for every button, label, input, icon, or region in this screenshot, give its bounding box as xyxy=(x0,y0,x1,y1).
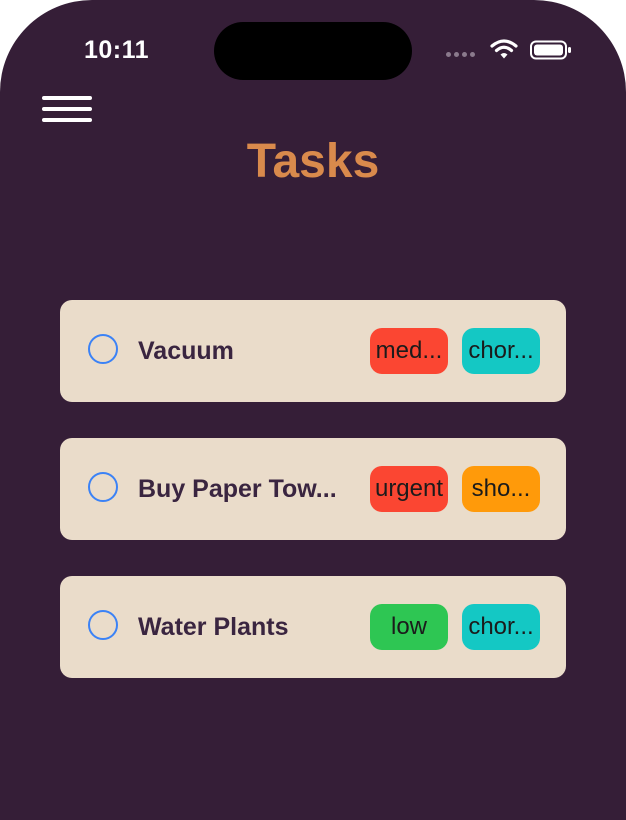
task-tag-priority[interactable]: urgent xyxy=(370,466,448,512)
task-list: Vacuum med... chor... Buy Paper Tow... u… xyxy=(60,300,566,714)
status-bar: 10:11 xyxy=(0,0,626,100)
task-tag-category[interactable]: sho... xyxy=(462,466,540,512)
dynamic-island xyxy=(214,22,412,80)
task-checkbox[interactable] xyxy=(88,610,118,640)
task-card[interactable]: Water Plants low chor... xyxy=(60,576,566,678)
battery-icon xyxy=(530,40,571,60)
task-title: Buy Paper Tow... xyxy=(138,475,337,503)
cellular-signal-icon xyxy=(446,52,482,58)
task-title: Water Plants xyxy=(138,613,289,641)
status-time: 10:11 xyxy=(84,36,150,64)
task-checkbox[interactable] xyxy=(88,334,118,364)
task-tag-category[interactable]: chor... xyxy=(462,604,540,650)
task-tag-priority[interactable]: low xyxy=(370,604,448,650)
task-card[interactable]: Vacuum med... chor... xyxy=(60,300,566,402)
task-title: Vacuum xyxy=(138,337,234,365)
page-title: Tasks xyxy=(246,135,380,188)
task-tag-priority[interactable]: med... xyxy=(370,328,448,374)
task-card[interactable]: Buy Paper Tow... urgent sho... xyxy=(60,438,566,540)
task-checkbox[interactable] xyxy=(88,472,118,502)
wifi-icon xyxy=(490,39,518,59)
app-screen: 10:11 Tasks Vacuum med... chor... Buy Pa… xyxy=(0,0,626,820)
hamburger-menu-icon[interactable] xyxy=(42,96,94,126)
task-tag-category[interactable]: chor... xyxy=(462,328,540,374)
